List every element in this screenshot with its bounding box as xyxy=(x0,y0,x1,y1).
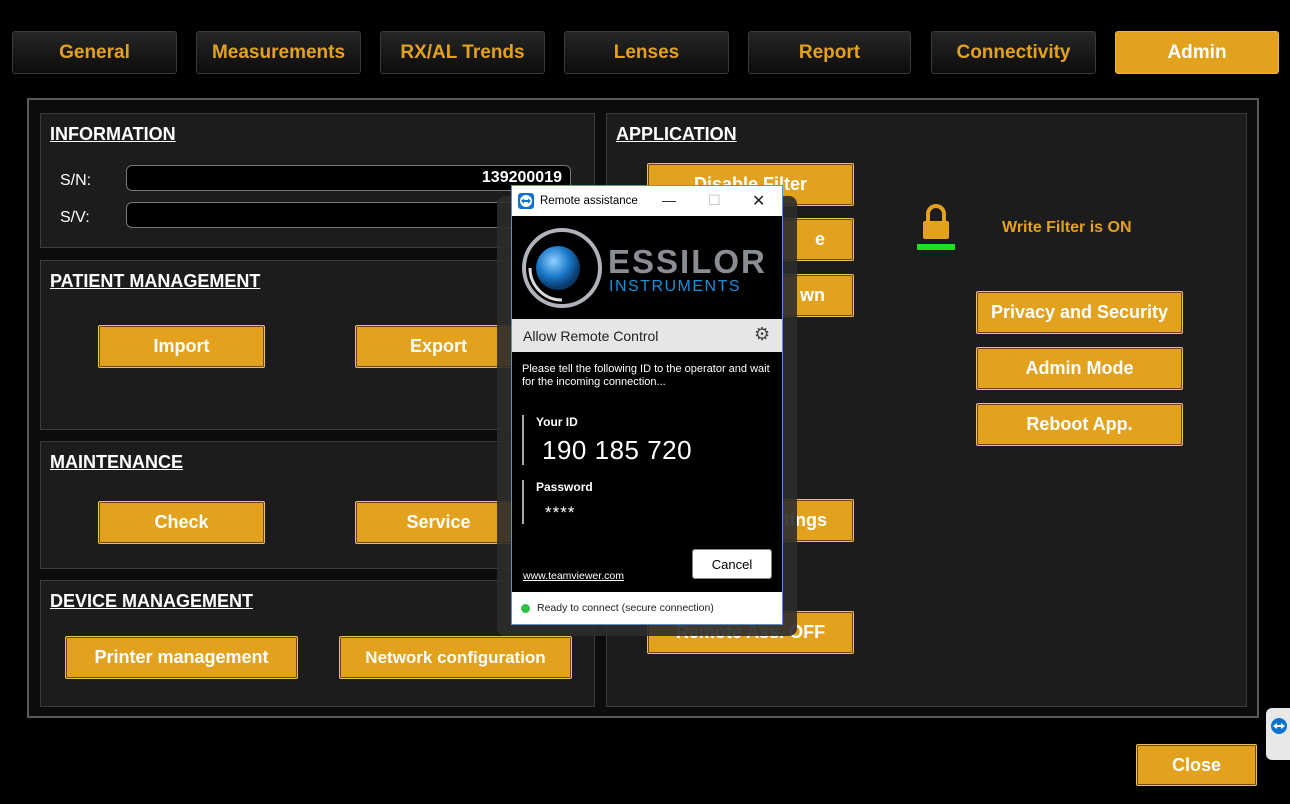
teamviewer-icon xyxy=(518,193,534,209)
id-divider xyxy=(522,415,524,465)
check-button[interactable]: Check xyxy=(98,501,265,544)
gear-icon[interactable]: ⚙ xyxy=(754,324,770,345)
status-text: Ready to connect (secure connection) xyxy=(537,602,714,614)
tab-connectivity[interactable]: Connectivity xyxy=(931,31,1096,74)
write-filter-status: Write Filter is ON xyxy=(1002,219,1132,236)
tab-admin[interactable]: Admin xyxy=(1115,31,1279,74)
password-divider xyxy=(522,480,524,524)
maximize-icon[interactable]: ☐ xyxy=(708,192,721,209)
printer-management-button[interactable]: Printer management xyxy=(65,636,298,679)
dialog-titlebar[interactable]: Remote assistance — ☐ ✕ xyxy=(512,186,782,216)
brand-name: ESSILOR xyxy=(608,243,767,280)
dialog-title: Remote assistance xyxy=(540,195,638,207)
password-value: **** xyxy=(545,503,576,522)
instructions-text: Please tell the following ID to the oper… xyxy=(522,363,770,388)
tab-lenses[interactable]: Lenses xyxy=(564,31,729,74)
sv-label: S/V: xyxy=(60,209,90,226)
import-button[interactable]: Import xyxy=(98,325,265,368)
your-id-value: 190 185 720 xyxy=(542,435,693,465)
teamviewer-link[interactable]: www.teamviewer.com xyxy=(523,570,624,582)
teamviewer-side-tab[interactable] xyxy=(1266,708,1290,760)
admin-mode-button[interactable]: Admin Mode xyxy=(976,347,1183,390)
patient-management-title: PATIENT MANAGEMENT xyxy=(50,271,261,291)
teamviewer-icon xyxy=(1271,718,1287,734)
information-title: INFORMATION xyxy=(50,124,176,144)
close-button[interactable]: Close xyxy=(1136,744,1257,786)
cancel-button[interactable]: Cancel xyxy=(692,549,772,579)
tab-general[interactable]: General xyxy=(12,31,177,74)
tab-report[interactable]: Report xyxy=(748,31,911,74)
device-management-title: DEVICE MANAGEMENT xyxy=(50,591,254,611)
status-dot-icon xyxy=(521,604,530,613)
essilor-banner: ESSILOR INSTRUMENTS xyxy=(512,216,782,323)
sn-field: 139200019 xyxy=(126,165,571,191)
network-configuration-button[interactable]: Network configuration xyxy=(339,636,572,679)
close-icon[interactable]: ✕ xyxy=(752,191,765,211)
section-label: Allow Remote Control xyxy=(523,328,659,344)
reboot-app-button[interactable]: Reboot App. xyxy=(976,403,1183,446)
password-label: Password xyxy=(536,480,593,494)
connection-status-bar: Ready to connect (secure connection) xyxy=(512,592,782,624)
tab-rx-al-trends[interactable]: RX/AL Trends xyxy=(380,31,545,74)
lock-icon xyxy=(915,202,957,252)
essilor-logo-icon xyxy=(522,228,602,308)
maintenance-title: MAINTENANCE xyxy=(50,452,183,472)
privacy-security-button[interactable]: Privacy and Security xyxy=(976,291,1183,334)
remote-assistance-dialog: Remote assistance — ☐ ✕ ESSILOR INSTRUME… xyxy=(511,185,783,625)
sn-label: S/N: xyxy=(60,172,92,189)
brand-subtitle: INSTRUMENTS xyxy=(609,278,742,295)
application-title: APPLICATION xyxy=(616,124,737,144)
your-id-label: Your ID xyxy=(536,415,578,429)
allow-remote-control-header: Allow Remote Control ⚙ xyxy=(512,319,782,352)
tab-measurements[interactable]: Measurements xyxy=(196,31,361,74)
minimize-icon[interactable]: — xyxy=(662,192,676,208)
